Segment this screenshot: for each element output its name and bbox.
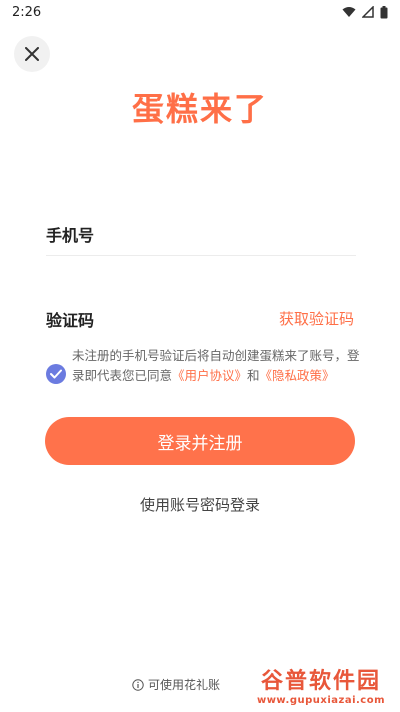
agreement: 未注册的手机号验证后将自动创建蛋糕来了账号，登录即代表您已同意《用户协议》和《隐… [46,346,360,386]
agreement-checkbox[interactable] [46,364,66,384]
battery-icon [380,5,388,18]
watermark-url: www.gupuxiazai.com [256,695,386,706]
user-agreement-link[interactable]: 《用户协议》 [172,368,247,383]
info-icon [132,678,144,691]
agreement-and: 和 [247,368,260,383]
password-login-link[interactable]: 使用账号密码登录 [0,494,400,515]
status-icons [342,5,388,19]
app-logo: 蛋糕来了 [131,90,268,128]
wifi-icon [342,7,356,17]
phone-field-divider [46,255,356,256]
phone-field-label[interactable]: 手机号 [46,222,94,246]
privacy-policy-link[interactable]: 《隐私政策》 [260,368,335,383]
footer-text: 可使用花礼账 [148,678,221,692]
check-icon [50,369,62,379]
status-bar: 2:26 [0,0,400,24]
watermark-title: 谷普软件园 [260,669,381,694]
signal-icon [362,6,374,18]
footer-hint: 可使用花礼账 [132,676,220,693]
close-button[interactable] [14,36,50,72]
code-field-label[interactable]: 验证码 [46,307,94,331]
register-button[interactable]: 登录并注册 [45,417,355,465]
watermark: 谷普软件园 www.gupuxiazai.com [246,663,396,706]
status-time: 2:26 [12,4,42,20]
agreement-text: 未注册的手机号验证后将自动创建蛋糕来了账号，登录即代表您已同意《用户协议》和《隐… [72,346,360,386]
get-code-button[interactable]: 获取验证码 [279,308,354,329]
close-icon [25,47,39,61]
